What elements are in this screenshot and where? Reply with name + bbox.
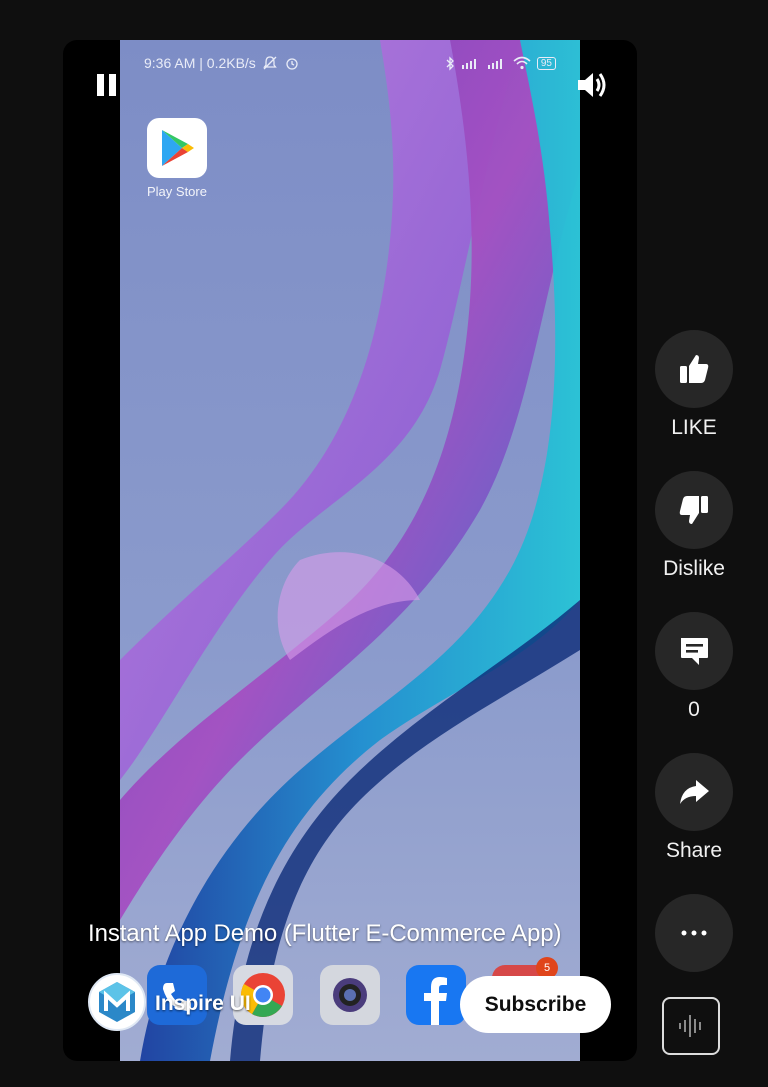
audio-waveform-icon [679, 1015, 701, 1037]
comment-count: 0 [688, 698, 700, 721]
share-button[interactable] [655, 753, 733, 831]
share-label: Share [665, 839, 723, 862]
volume-icon[interactable] [575, 68, 609, 102]
bell-off-icon [263, 56, 277, 70]
bluetooth-icon [446, 55, 454, 71]
dislike-action: Dislike [655, 471, 733, 581]
channel-name[interactable]: Inspire UI [155, 992, 251, 1016]
pause-button[interactable] [97, 74, 119, 96]
battery-indicator: 95 [536, 56, 556, 70]
video-frame: 9:36 AM | 0.2KB/s 95 Play Store 5 [120, 40, 580, 1061]
more-action [655, 894, 733, 972]
like-button[interactable] [655, 330, 733, 408]
signal-icon-2 [487, 59, 502, 69]
play-store-icon [147, 118, 207, 178]
like-label: LIKE [671, 416, 717, 439]
video-title[interactable]: Instant App Demo (Flutter E-Commerce App… [88, 920, 628, 948]
signal-icon [461, 59, 476, 69]
camera-app-icon [320, 965, 380, 1025]
share-action: Share [655, 753, 733, 863]
pause-icon-bar [97, 74, 104, 96]
alarm-icon [286, 58, 298, 70]
share-icon [680, 780, 709, 804]
status-bar: 9:36 AM | 0.2KB/s 95 [120, 40, 580, 86]
subscribe-button[interactable]: Subscribe [460, 976, 611, 1033]
dislike-label: Dislike [663, 557, 725, 580]
thumb-up-icon [680, 355, 709, 383]
shorts-player[interactable]: 9:36 AM | 0.2KB/s 95 Play Store 5 Instan… [63, 40, 637, 1061]
comment-action: 0 [655, 612, 733, 722]
more-icon [681, 930, 707, 936]
thumb-down-icon [679, 496, 708, 524]
wifi-icon [513, 56, 531, 70]
facebook-app-icon [406, 965, 466, 1025]
status-time: 9:36 AM | 0.2KB/s [144, 55, 256, 71]
more-button[interactable] [655, 894, 733, 972]
play-store-label: Play Store [147, 184, 207, 199]
remix-audio-button[interactable] [662, 997, 720, 1055]
pause-icon-bar [109, 74, 116, 96]
comment-button[interactable] [655, 612, 733, 690]
like-action: LIKE [655, 330, 733, 440]
channel-avatar[interactable] [88, 973, 146, 1031]
dislike-button[interactable] [655, 471, 733, 549]
comment-icon [681, 638, 708, 665]
